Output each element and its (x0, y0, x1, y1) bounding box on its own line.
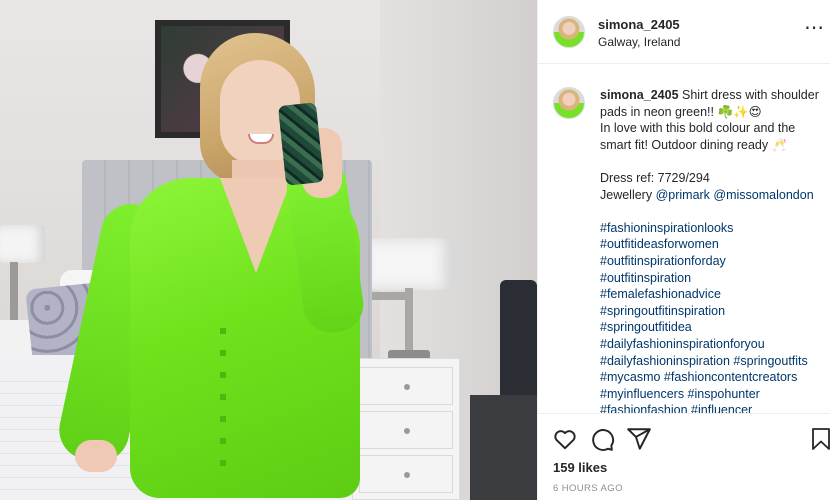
caption-text: Shirt dress with shoulder (678, 88, 819, 102)
hashtag-link[interactable]: #femalefashionadvice (600, 286, 826, 303)
likes-count[interactable]: 159 likes (553, 460, 607, 475)
hashtag-link[interactable]: #springoutfitidea (600, 319, 826, 336)
caption-avatar[interactable] (553, 87, 585, 119)
hashtag-link[interactable]: #myinfluencers #inspohunter (600, 386, 826, 403)
avatar[interactable] (553, 16, 585, 48)
lamp-right (372, 238, 454, 290)
phone (277, 102, 325, 186)
caption-text: pads in neon green!! ☘️✨😍 (600, 104, 762, 119)
storage-box (470, 395, 537, 500)
share-icon[interactable] (626, 426, 652, 452)
bookmark-icon[interactable] (811, 426, 830, 452)
hashtag-link[interactable]: #fashionfashion #influencer (600, 402, 826, 413)
caption-text: smart fit! Outdoor dining ready 🥂 (600, 137, 788, 152)
mention-link[interactable]: @primark (656, 188, 710, 202)
post-photo[interactable] (0, 0, 537, 500)
hashtag-link[interactable]: #outfitinspirationforday (600, 253, 826, 270)
mention-link[interactable]: @missomalondon (713, 188, 813, 202)
caption-text: In love with this bold colour and the (600, 121, 796, 136)
hashtag-link[interactable]: #outfitideasforwomen (600, 236, 826, 253)
hashtag-link[interactable]: #fashioninspirationlooks (600, 220, 826, 237)
comment-icon[interactable] (589, 426, 615, 452)
post-actions: 159 likes 6 HOURS AGO (538, 413, 830, 500)
more-horizontal-icon[interactable]: ⋯ (804, 18, 825, 38)
location[interactable]: Galway, Ireland (598, 35, 680, 49)
hashtag-link[interactable]: #springoutfitinspiration (600, 303, 826, 320)
hashtag-link[interactable]: #mycasmo #fashioncontentcreators (600, 369, 826, 386)
post-header: simona_2405 Galway, Ireland ⋯ (538, 0, 830, 64)
person-in-green-dress (53, 28, 370, 500)
heart-icon[interactable] (552, 426, 578, 452)
dress-ref: Dress ref: 7729/294 (600, 170, 710, 185)
hashtag-link[interactable]: #dailyfashioninspirationforyou (600, 336, 826, 353)
lamp-left (0, 225, 45, 263)
post-side-panel: simona_2405 Galway, Ireland ⋯ simona_240… (537, 0, 830, 500)
username[interactable]: simona_2405 (598, 17, 680, 32)
hashtag-link[interactable]: #outfitinspiration (600, 270, 826, 287)
caption-area[interactable]: simona_2405 Shirt dress with shoulder pa… (538, 65, 830, 413)
caption: simona_2405 Shirt dress with shoulder pa… (600, 87, 826, 413)
hashtag-link[interactable]: #dailyfashioninspiration #springoutfits (600, 353, 826, 370)
post-timestamp[interactable]: 6 HOURS AGO (553, 483, 623, 494)
caption-username[interactable]: simona_2405 (600, 88, 679, 102)
jewellery-label: Jewellery (600, 187, 656, 202)
